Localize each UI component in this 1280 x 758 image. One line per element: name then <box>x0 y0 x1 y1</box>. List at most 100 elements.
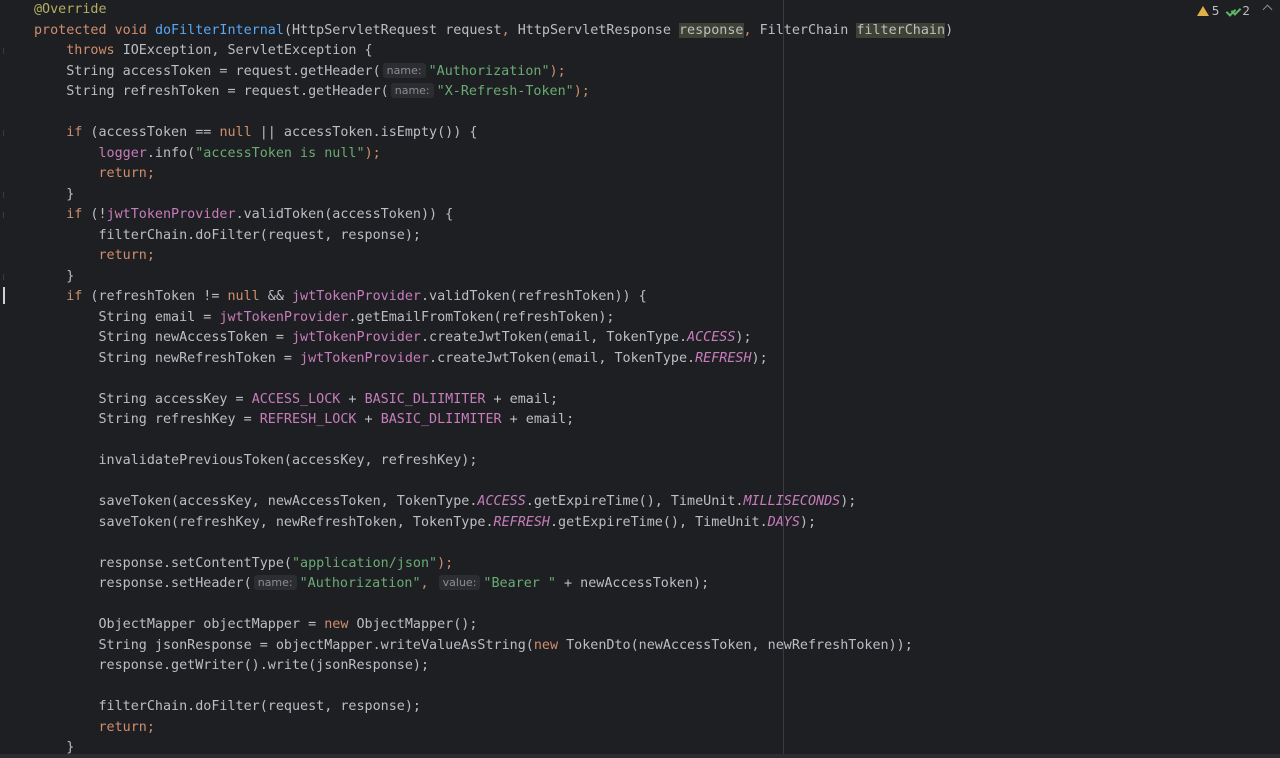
code-line: } <box>34 185 1280 206</box>
fold-marker[interactable] <box>3 48 4 54</box>
punctuation: ); <box>549 63 566 79</box>
operator: + <box>356 412 381 427</box>
code-editor[interactable]: 5 2 @Override protected void doFilterInt… <box>0 0 1280 758</box>
keyword: return <box>98 248 147 263</box>
statement: String accessToken = request.getHeader( <box>66 63 381 79</box>
statement: String email = <box>98 309 220 325</box>
code-line: invalidatePreviousToken(accessKey, refre… <box>34 451 1280 472</box>
statement: response.getWriter().write(jsonResponse)… <box>98 658 430 673</box>
code-line: response.setHeader(name: "Authorization",… <box>34 574 1280 595</box>
field-ref: logger <box>98 145 147 161</box>
code-area[interactable]: @Override protected void doFilterInterna… <box>34 0 1280 758</box>
code-line: String accessToken = request.getHeader(n… <box>34 62 1280 83</box>
expression: + email; <box>501 412 575 427</box>
statement: String newAccessToken = <box>98 330 292 345</box>
enum-constant: REFRESH <box>493 514 550 530</box>
constant-ref: BASIC_DLIIMITER <box>364 391 486 407</box>
parameter: request <box>445 22 502 38</box>
string-literal: "Bearer " <box>483 576 556 591</box>
statement: filterChain.doFilter(request, response); <box>98 699 421 714</box>
constant-ref: BASIC_DLIIMITER <box>380 412 502 427</box>
fold-marker[interactable] <box>3 212 4 218</box>
annotation: @Override <box>34 2 107 17</box>
code-line: String jsonResponse = objectMapper.write… <box>34 636 1280 657</box>
string-literal: "accessToken is null" <box>195 145 365 161</box>
code-line: filterChain.doFilter(request, response); <box>34 226 1280 247</box>
expression: && <box>259 289 292 304</box>
expression: .validToken(accessToken)) { <box>235 207 454 222</box>
code-line-current: if (refreshToken != null && jwtTokenProv… <box>34 287 1280 308</box>
operator: + <box>340 391 365 407</box>
statement: response.setContentType( <box>98 555 292 571</box>
code-line: } <box>34 267 1280 288</box>
parameter-hint: name: <box>390 83 434 98</box>
keyword: if <box>66 289 83 304</box>
string-literal: "Authorization" <box>299 576 421 591</box>
expression: .getEmailFromToken(refreshToken); <box>348 309 615 325</box>
fold-marker[interactable] <box>3 274 4 280</box>
punctuation: ; <box>146 248 155 263</box>
statement: String refreshToken = request.getHeader( <box>66 84 389 99</box>
punctuation: , <box>420 576 437 591</box>
code-line: ObjectMapper objectMapper = new ObjectMa… <box>34 615 1280 636</box>
keyword: void <box>114 22 147 38</box>
keyword: new <box>324 617 349 632</box>
field-ref: jwtTokenProvider <box>292 289 421 304</box>
keyword: null <box>227 289 260 304</box>
string-literal: "application/json" <box>291 555 438 571</box>
field-ref: jwtTokenProvider <box>219 309 349 325</box>
code-line: if (accessToken == null || accessToken.i… <box>34 123 1280 144</box>
keyword: return <box>98 719 147 735</box>
constant-ref: ACCESS_LOCK <box>251 391 341 407</box>
keyword: return <box>98 166 147 181</box>
enum-constant: DAYS <box>767 514 800 530</box>
code-line: protected void doFilterInternal(HttpServ… <box>34 22 954 38</box>
code-line: String accessKey = ACCESS_LOCK + BASIC_D… <box>34 390 1280 411</box>
constant-ref: REFRESH_LOCK <box>259 412 357 427</box>
punctuation: ; <box>146 166 155 181</box>
code-line: filterChain.doFilter(request, response); <box>34 697 1280 718</box>
punctuation: ); <box>364 145 381 161</box>
punctuation: ); <box>840 494 857 509</box>
parameter-hint: name: <box>253 575 297 590</box>
editor-gutter[interactable] <box>0 0 26 758</box>
keyword: if <box>66 125 83 140</box>
statement: String jsonResponse = objectMapper.write… <box>98 637 534 653</box>
code-line: saveToken(refreshKey, newRefreshToken, T… <box>34 513 1280 534</box>
keyword: null <box>219 125 252 140</box>
type-name: FilterChain <box>759 22 849 38</box>
code-line: return; <box>34 164 1280 185</box>
exception-list: IOException, ServletException { <box>122 43 373 58</box>
brace: } <box>66 740 75 755</box>
keyword: new <box>533 637 559 653</box>
enum-constant: ACCESS <box>687 330 736 345</box>
enum-constant: ACCESS <box>477 494 526 509</box>
punctuation: ); <box>735 330 752 345</box>
keyword: if <box>66 207 83 222</box>
fold-marker[interactable] <box>3 130 4 136</box>
fold-marker[interactable] <box>3 192 4 198</box>
punctuation: ); <box>437 555 454 571</box>
code-line: logger.info("accessToken is null"); <box>34 144 1280 165</box>
enum-constant: REFRESH <box>695 350 752 366</box>
statement: filterChain.doFilter(request, response); <box>98 227 421 243</box>
expression: + newAccessToken); <box>555 576 710 591</box>
code-line: if (!jwtTokenProvider.validToken(accessT… <box>34 205 1280 226</box>
expression: (! <box>82 207 107 222</box>
parameter-hint: value: <box>438 575 481 590</box>
statement: response.setHeader( <box>98 576 252 591</box>
code-line: String refreshToken = request.getHeader(… <box>34 82 1280 103</box>
code-line: return; <box>34 246 1280 267</box>
code-line: response.getWriter().write(jsonResponse)… <box>34 656 1280 677</box>
text-caret <box>3 287 5 304</box>
parameter-highlighted: response <box>679 22 744 38</box>
statement: String refreshKey = <box>98 412 260 427</box>
expression: .getExpireTime(), TimeUnit. <box>525 494 744 509</box>
string-literal: "X-Refresh-Token" <box>436 84 574 99</box>
code-line: saveToken(accessKey, newAccessToken, Tok… <box>34 492 1280 513</box>
statement: String accessKey = <box>98 391 252 407</box>
code-line: return; <box>34 718 1280 739</box>
horizontal-scrollbar[interactable] <box>0 754 1280 758</box>
